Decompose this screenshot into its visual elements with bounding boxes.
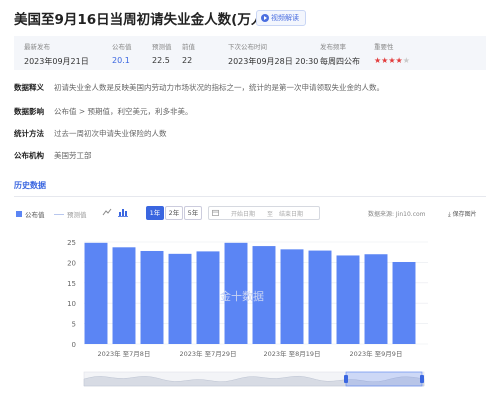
legend-line-swatch bbox=[54, 213, 64, 215]
stat-latest-value: 2023年09月21日 bbox=[24, 57, 89, 66]
info-publisher-value: 美国劳工部 bbox=[54, 151, 92, 160]
chart-controls: 公布值 预测值 1年 2年 5年 开始日期 至 结束日期 数据来源: Jin10… bbox=[14, 205, 486, 221]
stat-published: 公布值 20.1 bbox=[112, 41, 132, 65]
stat-latest-label: 最新发布 bbox=[24, 43, 50, 51]
chart-type-line-icon[interactable] bbox=[102, 207, 112, 219]
info-method-value: 过去一周初次申请失业保险的人数 bbox=[54, 129, 167, 138]
stat-next-label: 下次公布时间 bbox=[228, 43, 267, 51]
calendar-icon bbox=[212, 209, 219, 218]
stat-latest: 最新发布 2023年09月21日 bbox=[24, 41, 89, 67]
legend-bar-swatch bbox=[16, 211, 22, 217]
navigator-window bbox=[345, 371, 423, 387]
bar bbox=[140, 250, 164, 344]
legend-published-label: 公布值 bbox=[25, 211, 45, 219]
y-tick-label: 0 bbox=[72, 341, 76, 349]
stat-frequency-label: 发布频率 bbox=[320, 43, 346, 51]
legend-forecast-label: 预测值 bbox=[67, 211, 87, 219]
stat-published-label: 公布值 bbox=[112, 43, 132, 51]
bar bbox=[308, 250, 332, 344]
info-method: 统计方法 过去一周初次申请失业保险的人数 bbox=[14, 128, 167, 139]
range-5y-button[interactable]: 5年 bbox=[184, 206, 202, 220]
info-impact-value: 公布值 > 预期值，利空美元，利多非美。 bbox=[54, 107, 193, 116]
bar bbox=[392, 261, 416, 344]
info-publisher-key: 公布机构 bbox=[14, 151, 44, 160]
stat-previous: 前值 22 bbox=[182, 41, 195, 65]
watermark-logo: 金十数据 bbox=[220, 290, 264, 303]
date-range-separator: 至 bbox=[267, 211, 274, 218]
bar bbox=[196, 251, 220, 344]
end-date-input[interactable]: 结束日期 bbox=[279, 209, 303, 218]
bar bbox=[84, 242, 108, 344]
stat-previous-value: 22 bbox=[182, 56, 193, 65]
stat-importance-label: 重要性 bbox=[374, 43, 394, 51]
stat-importance: 重要性 ★★★★★ bbox=[374, 41, 410, 65]
stat-next-value: 2023年09月28日 20:30 bbox=[228, 57, 319, 66]
x-tick-label: 2023年 至7月8日 bbox=[98, 349, 151, 358]
range-2y-button[interactable]: 2年 bbox=[165, 206, 183, 220]
stat-forecast: 预测值 22.5 bbox=[152, 41, 172, 65]
history-title[interactable]: 历史数据 bbox=[14, 180, 46, 191]
stat-importance-value: ★★★★★ bbox=[374, 56, 410, 65]
y-tick-label: 25 bbox=[67, 239, 76, 247]
bar bbox=[112, 247, 136, 344]
bar bbox=[336, 255, 360, 344]
video-interpret-label: 视频解读 bbox=[271, 14, 299, 22]
info-impact: 数据影响 公布值 > 预期值，利空美元，利多非美。 bbox=[14, 106, 193, 117]
save-image-label: 保存图片 bbox=[452, 211, 477, 218]
bar bbox=[280, 249, 304, 344]
info-impact-key: 数据影响 bbox=[14, 107, 44, 116]
bar bbox=[364, 254, 388, 344]
stat-frequency-value: 每周四公布 bbox=[320, 57, 360, 66]
navigator-handle-right[interactable] bbox=[420, 375, 424, 383]
y-tick-label: 15 bbox=[67, 280, 76, 288]
info-publisher: 公布机构 美国劳工部 bbox=[14, 150, 92, 161]
star-empty-icon: ★ bbox=[402, 56, 410, 65]
info-definition-key: 数据释义 bbox=[14, 83, 44, 92]
navigator-handle-left[interactable] bbox=[344, 375, 348, 383]
history-chart: 0 5 10 15 20 25 2023年 至7月8日 2023年 至7月29日 2023年 … bbox=[67, 239, 428, 387]
stat-forecast-value: 22.5 bbox=[152, 56, 170, 65]
x-tick-label: 2023年 至9月9日 bbox=[350, 349, 403, 358]
stats-panel: 最新发布 2023年09月21日 公布值 20.1 预测值 22.5 前值 22 下次公布时间 2… bbox=[14, 36, 486, 70]
info-definition: 数据释义 初请失业金人数是反映美国内劳动力市场状况的指标之一，统计的是第一次申请领… bbox=[14, 82, 384, 93]
stat-next: 下次公布时间 2023年09月28日 20:30 bbox=[228, 41, 318, 67]
play-icon bbox=[261, 14, 269, 22]
chart-type-bar-icon[interactable] bbox=[118, 207, 128, 219]
start-date-input[interactable]: 开始日期 bbox=[231, 209, 255, 218]
stat-forecast-label: 预测值 bbox=[152, 43, 172, 51]
importance-stars: ★★★★★ bbox=[374, 56, 410, 65]
divider bbox=[14, 196, 486, 197]
data-source: 数据来源: Jin10.com bbox=[368, 211, 426, 218]
save-image-button[interactable]: ⤓ 保存图片 bbox=[448, 209, 477, 219]
y-tick-label: 20 bbox=[67, 259, 76, 267]
legend-forecast[interactable]: 预测值 bbox=[54, 209, 87, 219]
range-1y-button[interactable]: 1年 bbox=[146, 206, 164, 220]
y-tick-label: 10 bbox=[67, 300, 76, 308]
info-method-key: 统计方法 bbox=[14, 129, 44, 138]
stat-published-value: 20.1 bbox=[112, 56, 130, 65]
star-filled-icon: ★★★★ bbox=[374, 56, 403, 65]
stat-frequency: 发布频率 每周四公布 bbox=[320, 41, 360, 67]
bar bbox=[168, 253, 192, 344]
video-interpret-button[interactable]: 视频解读 bbox=[256, 10, 306, 26]
stat-previous-label: 前值 bbox=[182, 43, 195, 51]
info-definition-value: 初请失业金人数是反映美国内劳动力市场状况的指标之一，统计的是第一次申请领取失业金… bbox=[54, 83, 384, 92]
download-icon: ⤓ bbox=[448, 211, 451, 218]
date-range-picker[interactable]: 开始日期 至 结束日期 bbox=[208, 206, 320, 220]
page-title: 美国至9月16日当周初请失业金人数(万人) bbox=[14, 12, 271, 28]
y-tick-label: 5 bbox=[72, 321, 76, 329]
legend-published[interactable]: 公布值 bbox=[16, 209, 45, 219]
x-tick-label: 2023年 至7月29日 bbox=[179, 349, 236, 358]
x-tick-label: 2023年 至8月19日 bbox=[263, 349, 320, 358]
